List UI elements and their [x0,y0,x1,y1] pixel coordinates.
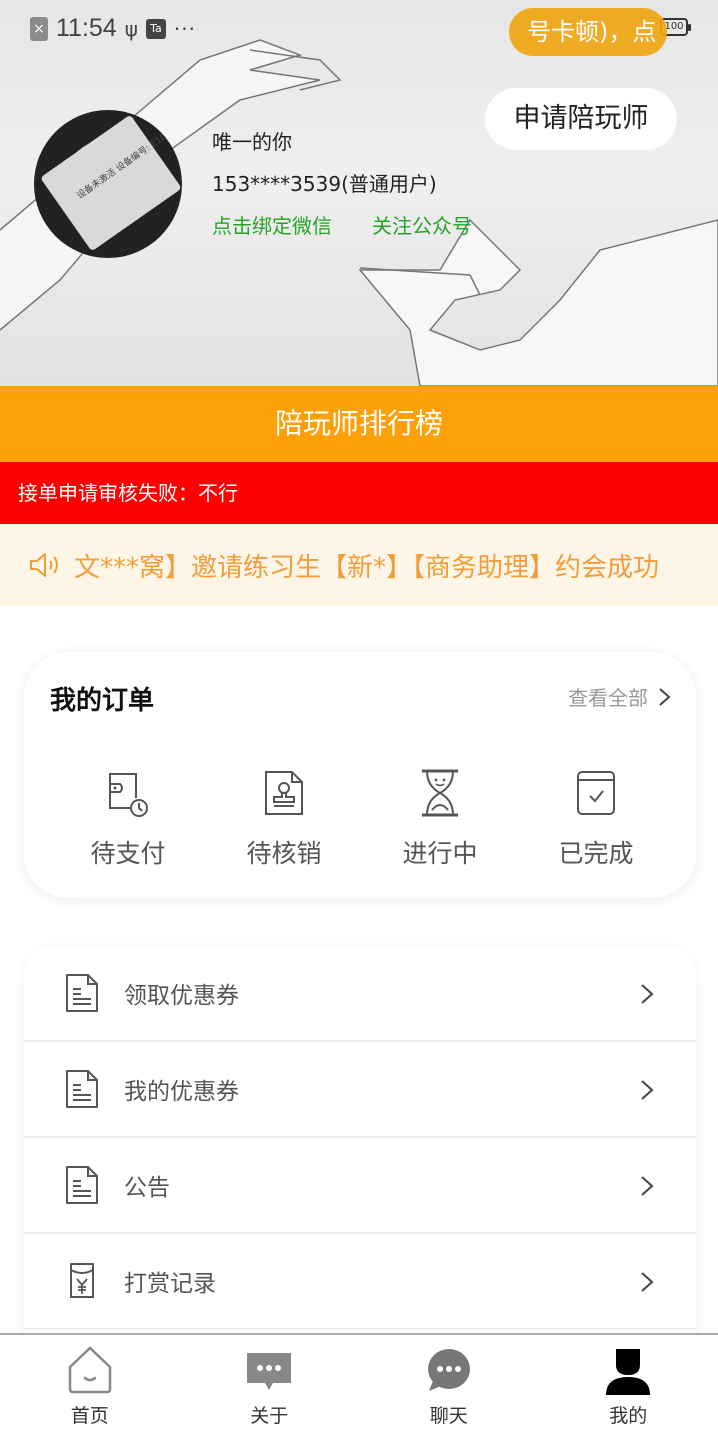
tab-label: 我的 [609,1405,648,1427]
chevron-right-icon [659,687,671,706]
menu-item-label: 领取优惠券 [124,983,239,1009]
user-phone: 153****3539(普通用户) [212,172,437,196]
bind-wechat-link[interactable]: 点击绑定微信 [212,210,332,239]
companion-ranking-banner[interactable]: 陪玩师排行榜 [0,386,718,462]
tab-home[interactable]: 首页 [0,1335,180,1434]
calendar-check-icon [577,771,615,815]
speaker-icon [30,553,58,577]
stamp-document-icon [265,771,303,815]
notice-marquee: 文***窝】邀请练习生【新*】【商务助理】约会成功 [0,524,718,606]
menu-list: 领取优惠券 我的优惠券 公告 打赏记录 [24,946,696,1346]
order-item-label: 已完成 [558,839,634,868]
view-all-label: 查看全部 [568,686,648,710]
avatar[interactable]: 设备未激活 设备编号: E1D01BVPFF [34,110,182,258]
notification-x-icon: × [30,16,48,41]
profile-header: × 11:54 ψ Ta ··· 100 号卡顿)，点 申请陪玩师 设备未激活 … [0,0,718,386]
order-pending-payment[interactable]: 待支付 [50,768,206,870]
tab-label: 聊天 [429,1405,468,1427]
my-orders-card: 我的订单 查看全部 待支付 待核销 进行中 已完成 [24,652,696,898]
message-box-icon [247,1353,292,1390]
follow-official-account-link[interactable]: 关注公众号 [372,210,472,239]
home-icon [68,1346,111,1394]
tab-about[interactable]: 关于 [180,1335,360,1434]
tab-mine[interactable]: 我的 [539,1335,718,1434]
usb-icon: ψ [124,16,138,41]
menu-item-my-coupons[interactable]: 我的优惠券 [24,1042,696,1138]
apply-companion-button[interactable]: 申请陪玩师 [485,88,677,150]
red-envelope-yen-icon [70,1263,94,1298]
chat-bubble-icon [427,1349,470,1391]
hourglass-icon [422,769,458,817]
person-icon [606,1349,651,1395]
menu-item-claim-coupon[interactable]: 领取优惠券 [24,946,696,1042]
tab-chat[interactable]: 聊天 [359,1335,539,1434]
order-completed[interactable]: 已完成 [518,768,674,870]
order-item-label: 待支付 [90,839,166,868]
chevron-right-icon [641,1176,654,1196]
notice-text: 文***窝】邀请练习生【新*】【商务助理】约会成功 [74,552,660,583]
more-dots-icon: ··· [173,16,196,41]
menu-item-label: 公告 [124,1175,170,1201]
chevron-right-icon [641,1272,654,1292]
menu-item-tip-records[interactable]: 打赏记录 [24,1234,696,1330]
bottom-tab-bar: 首页 关于 聊天 我的 [0,1333,718,1434]
wallet-clock-icon [109,773,148,817]
chevron-right-icon [641,1080,654,1100]
order-in-progress[interactable]: 进行中 [362,768,518,870]
menu-item-announcement[interactable]: 公告 [24,1138,696,1234]
review-failed-banner: 接单申请审核失败：不行 [0,462,718,524]
orders-title: 我的订单 [50,686,155,716]
toast-message: 号卡顿)，点 [509,8,667,56]
tab-label: 关于 [250,1405,289,1427]
user-name: 唯一的你 [212,130,292,154]
view-all-orders-link[interactable]: 查看全部 [568,682,672,711]
document-icon [66,1166,98,1204]
order-item-label: 待核销 [246,839,322,868]
menu-item-label: 打赏记录 [124,1271,216,1297]
order-pending-verify[interactable]: 待核销 [206,768,362,870]
order-item-label: 进行中 [402,839,478,868]
chevron-right-icon [641,984,654,1004]
document-icon [66,1070,98,1108]
tab-label: 首页 [70,1405,109,1427]
app-icon: Ta [145,18,166,39]
menu-item-label: 我的优惠券 [124,1079,239,1105]
document-icon [66,974,98,1012]
status-time: 11:54 [56,14,117,42]
